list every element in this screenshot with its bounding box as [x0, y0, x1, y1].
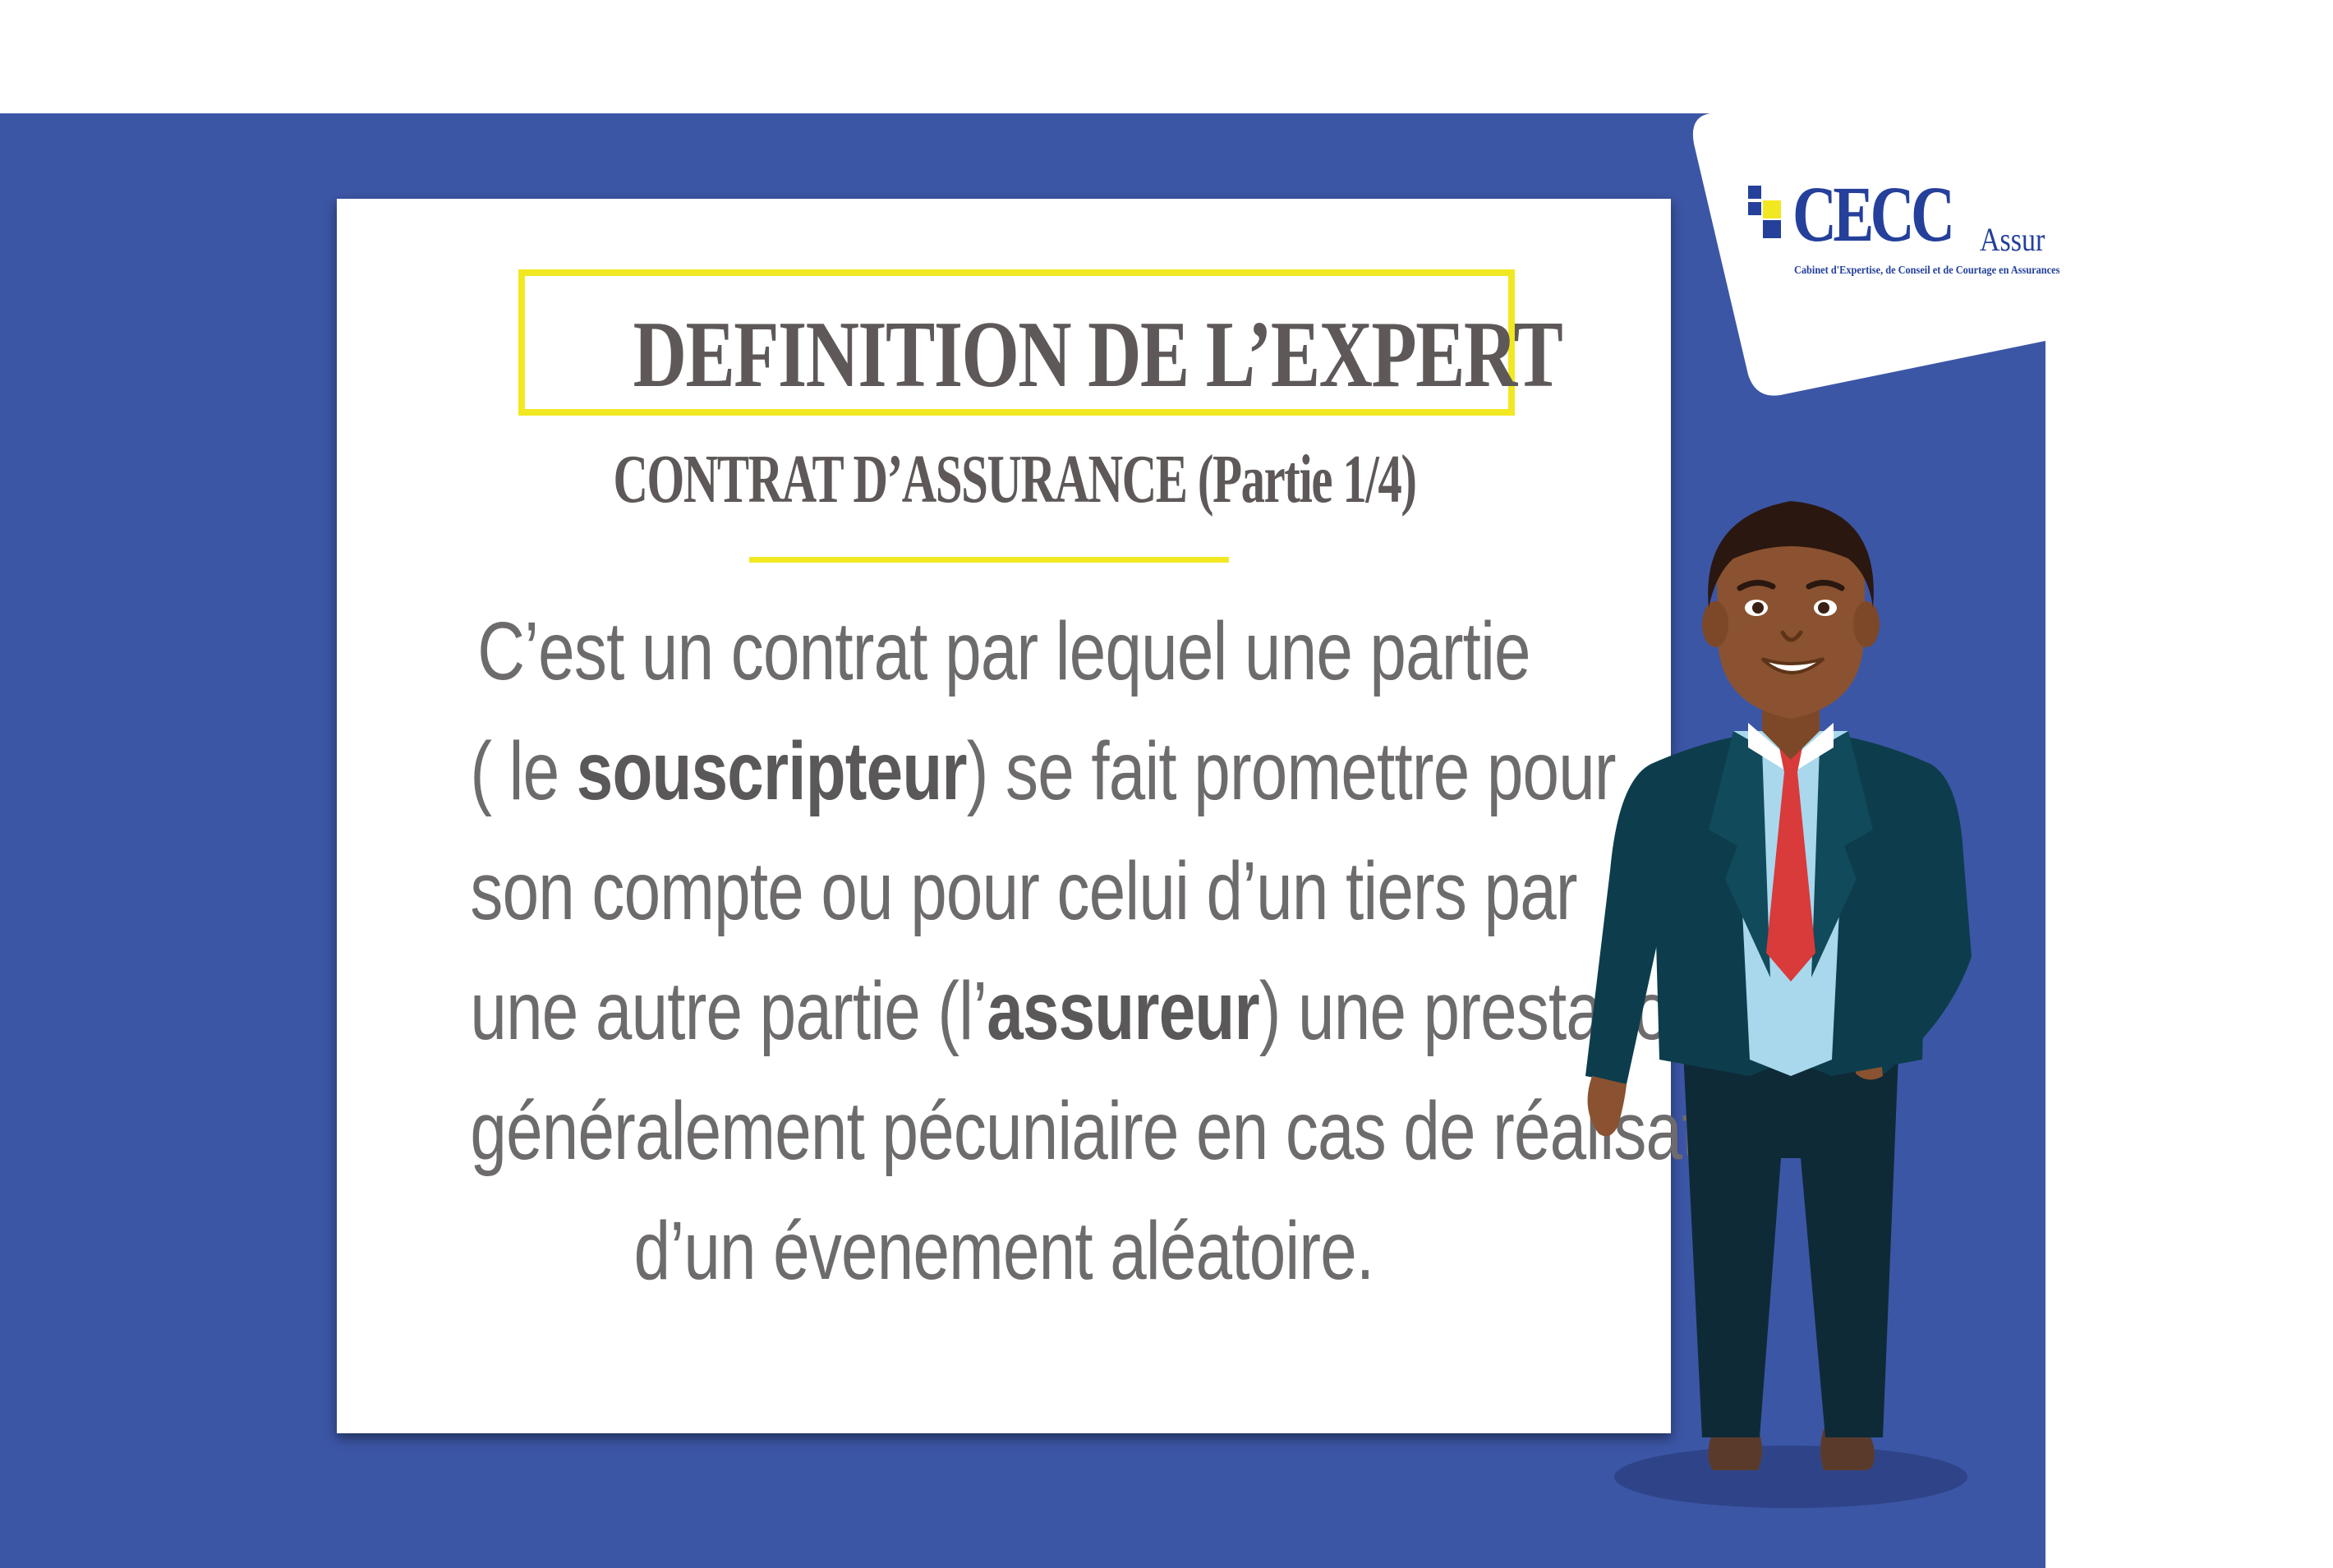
subtitle: CONTRAT D’ASSURANCE (Partie 1/4) — [613, 441, 1416, 517]
term-assureur: assureur — [987, 965, 1259, 1057]
logo-suffix: Assur — [1980, 221, 2045, 258]
line-2-prefix: ( le — [470, 725, 577, 817]
definition-text: C’est un contrat par lequel une partie (… — [337, 591, 1786, 1311]
logo-tagline: Cabinet d'Expertise, de Conseil et de Co… — [1794, 264, 2060, 277]
line-4-prefix: une autre partie (l’ — [470, 965, 987, 1057]
subtitle-underline — [749, 557, 1229, 563]
title-frame: DEFINITION DE L’EXPERT — [518, 269, 1563, 416]
definition-line-3: son compte ou pour celui d’un tiers par — [470, 845, 1577, 937]
definition-card: DEFINITION DE L’EXPERT CONTRAT D’ASSURAN… — [337, 199, 1786, 1433]
line-2-suffix: ) se fait promettre pour — [966, 725, 1617, 817]
logo-wordmark: CECC — [1792, 170, 1955, 258]
definition-line-6: d’un évenement aléatoire. — [633, 1205, 1374, 1297]
businessman-illustration — [1585, 501, 1972, 1508]
company-logo: CECC Assur Cabinet d'Expertise, de Conse… — [1748, 169, 2059, 284]
page-title: DEFINITION DE L’EXPERT — [633, 302, 1563, 407]
logo-squares-icon — [1748, 186, 1781, 238]
definition-line-2: ( le souscripteur) se fait promettre pou… — [470, 711, 1616, 831]
definition-line-5: généralement pécuniaire en cas de réalis… — [470, 1085, 1786, 1177]
definition-line-1: C’est un contrat par lequel une partie — [477, 605, 1530, 697]
definition-line-4: une autre partie (l’assureur) une presta… — [470, 951, 1705, 1071]
term-souscripteur: souscripteur — [576, 725, 968, 817]
